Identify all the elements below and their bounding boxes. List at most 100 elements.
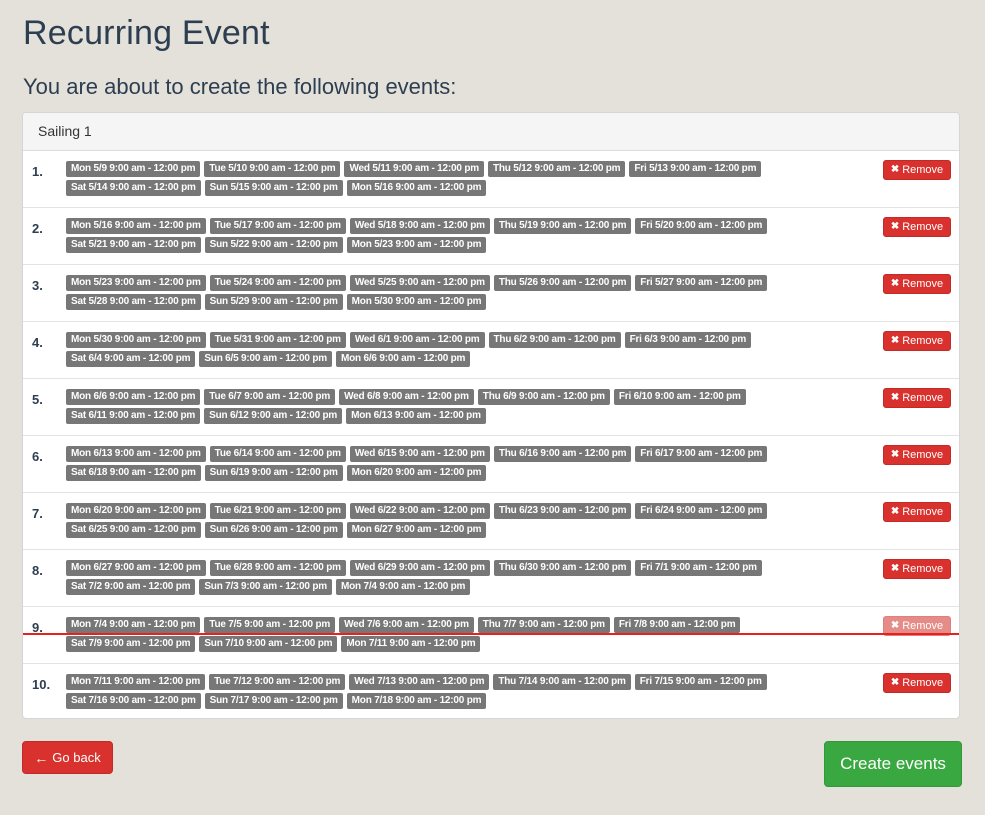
event-tag: Wed 5/11 9:00 am - 12:00 pm — [344, 161, 484, 177]
remove-label: Remove — [902, 620, 944, 632]
close-icon: ✖ — [890, 506, 900, 517]
event-tag: Wed 6/1 9:00 am - 12:00 pm — [349, 332, 485, 348]
event-tag: Sat 5/14 9:00 am - 12:00 pm — [66, 180, 201, 196]
event-row: 8. Mon 6/27 9:00 am - 12:00 pm Tue 6/28 9:… — [23, 550, 959, 607]
event-tag: Mon 7/18 9:00 am - 12:00 pm — [346, 693, 487, 709]
panel-heading: Sailing 1 — [23, 113, 959, 151]
row-number: 4. — [32, 335, 43, 350]
remove-label: Remove — [902, 449, 944, 461]
row-number: 2. — [32, 221, 43, 236]
event-tag: Thu 6/30 9:00 am - 12:00 pm — [493, 560, 632, 576]
remove-label: Remove — [902, 563, 944, 575]
row-number: 1. — [32, 164, 43, 179]
event-tag: Mon 5/16 9:00 am - 12:00 pm — [346, 180, 487, 196]
event-tag: Fri 5/27 9:00 am - 12:00 pm — [635, 275, 768, 291]
remove-button[interactable]: ✖ Remove — [883, 559, 951, 579]
event-tag: Fri 6/17 9:00 am - 12:00 pm — [635, 446, 768, 462]
remove-button[interactable]: ✖ Remove — [883, 160, 951, 180]
event-tag: Tue 5/17 9:00 am - 12:00 pm — [209, 218, 346, 234]
event-tag: Thu 6/9 9:00 am - 12:00 pm — [477, 389, 610, 405]
go-back-button[interactable]: ← Go back — [22, 741, 113, 774]
event-row: 4. Mon 5/30 9:00 am - 12:00 pm Tue 5/31 9:… — [23, 322, 959, 379]
close-icon: ✖ — [890, 677, 900, 688]
event-tag: Wed 7/13 9:00 am - 12:00 pm — [349, 674, 490, 690]
event-tag: Sat 7/9 9:00 am - 12:00 pm — [66, 636, 196, 652]
create-events-button[interactable]: Create events — [824, 741, 962, 787]
event-rows: 1. Mon 5/9 9:00 am - 12:00 pm Tue 5/10 9:0… — [23, 151, 959, 718]
remove-button[interactable]: ✖ Remove — [883, 331, 951, 351]
event-tag: Tue 5/31 9:00 am - 12:00 pm — [209, 332, 346, 348]
event-tags: Mon 5/30 9:00 am - 12:00 pm Tue 5/31 9:00… — [66, 332, 856, 367]
event-tag: Mon 6/27 9:00 am - 12:00 pm — [66, 560, 206, 576]
event-tag: Sat 6/4 9:00 am - 12:00 pm — [66, 351, 196, 367]
close-icon: ✖ — [890, 392, 900, 403]
remove-button[interactable]: ✖ Remove — [883, 673, 951, 693]
row-number: 7. — [32, 506, 43, 521]
remove-label: Remove — [902, 677, 944, 689]
event-row: 7. Mon 6/20 9:00 am - 12:00 pm Tue 6/21 9:… — [23, 493, 959, 550]
event-tag: Tue 6/14 9:00 am - 12:00 pm — [209, 446, 346, 462]
event-tag: Sat 6/11 9:00 am - 12:00 pm — [66, 408, 201, 424]
remove-button[interactable]: ✖ Remove — [883, 274, 951, 294]
event-tag: Sun 6/19 9:00 am - 12:00 pm — [204, 465, 343, 481]
event-tag: Sun 6/26 9:00 am - 12:00 pm — [204, 522, 343, 538]
event-tag: Tue 6/21 9:00 am - 12:00 pm — [209, 503, 346, 519]
page-subtitle: You are about to create the following ev… — [23, 74, 457, 99]
event-tag: Mon 7/4 9:00 am - 12:00 pm — [335, 579, 471, 595]
event-tag: Fri 6/24 9:00 am - 12:00 pm — [635, 503, 768, 519]
event-row: 1. Mon 5/9 9:00 am - 12:00 pm Tue 5/10 9:0… — [23, 151, 959, 208]
event-tag: Mon 5/9 9:00 am - 12:00 pm — [66, 161, 201, 177]
event-tag: Sat 6/25 9:00 am - 12:00 pm — [66, 522, 201, 538]
event-tag: Mon 6/13 9:00 am - 12:00 pm — [66, 446, 206, 462]
arrow-left-icon: ← — [34, 749, 49, 766]
remove-button[interactable]: ✖ Remove — [883, 502, 951, 522]
event-tag: Tue 5/24 9:00 am - 12:00 pm — [209, 275, 346, 291]
close-icon: ✖ — [890, 221, 900, 232]
event-tag: Mon 6/27 9:00 am - 12:00 pm — [346, 522, 487, 538]
remove-label: Remove — [902, 506, 944, 518]
event-tag: Sat 5/21 9:00 am - 12:00 pm — [66, 237, 201, 253]
event-tag: Mon 6/6 9:00 am - 12:00 pm — [66, 389, 201, 405]
remove-button[interactable]: ✖ Remove — [883, 445, 951, 465]
event-tag: Thu 7/7 9:00 am - 12:00 pm — [477, 617, 610, 633]
event-tag: Wed 6/29 9:00 am - 12:00 pm — [349, 560, 490, 576]
event-tag: Mon 5/30 9:00 am - 12:00 pm — [66, 332, 206, 348]
event-tags: Mon 6/6 9:00 am - 12:00 pm Tue 6/7 9:00 a… — [66, 389, 856, 424]
remove-label: Remove — [902, 335, 944, 347]
event-tag: Mon 6/6 9:00 am - 12:00 pm — [335, 351, 471, 367]
close-icon: ✖ — [890, 335, 900, 346]
event-tag: Sat 5/28 9:00 am - 12:00 pm — [66, 294, 201, 310]
event-tag: Mon 5/16 9:00 am - 12:00 pm — [66, 218, 206, 234]
event-tag: Thu 5/26 9:00 am - 12:00 pm — [493, 275, 632, 291]
event-tag: Sun 5/15 9:00 am - 12:00 pm — [204, 180, 343, 196]
event-tag: Sat 7/2 9:00 am - 12:00 pm — [66, 579, 196, 595]
event-tag: Sun 5/22 9:00 am - 12:00 pm — [204, 237, 343, 253]
event-tag: Tue 5/10 9:00 am - 12:00 pm — [204, 161, 341, 177]
event-row: 9. Mon 7/4 9:00 am - 12:00 pm Tue 7/5 9:00… — [23, 607, 959, 664]
event-row: 2. Mon 5/16 9:00 am - 12:00 pm Tue 5/17 9:… — [23, 208, 959, 265]
event-tag: Mon 5/30 9:00 am - 12:00 pm — [346, 294, 487, 310]
event-tag: Mon 5/23 9:00 am - 12:00 pm — [66, 275, 206, 291]
event-row: 5. Mon 6/6 9:00 am - 12:00 pm Tue 6/7 9:00… — [23, 379, 959, 436]
event-tag: Thu 6/2 9:00 am - 12:00 pm — [488, 332, 621, 348]
event-tag: Wed 5/25 9:00 am - 12:00 pm — [349, 275, 490, 291]
event-tag: Mon 7/11 9:00 am - 12:00 pm — [341, 636, 481, 652]
event-tags: Mon 5/23 9:00 am - 12:00 pm Tue 5/24 9:00… — [66, 275, 856, 310]
event-tag: Sun 6/5 9:00 am - 12:00 pm — [199, 351, 332, 367]
page-title: Recurring Event — [23, 14, 270, 52]
event-tag: Mon 6/20 9:00 am - 12:00 pm — [66, 503, 206, 519]
event-tag: Fri 5/20 9:00 am - 12:00 pm — [635, 218, 768, 234]
event-tag: Sun 6/12 9:00 am - 12:00 pm — [204, 408, 343, 424]
event-tag: Tue 7/12 9:00 am - 12:00 pm — [209, 674, 346, 690]
row-number: 3. — [32, 278, 43, 293]
remove-button[interactable]: ✖ Remove — [883, 217, 951, 237]
remove-button[interactable]: ✖ Remove — [883, 388, 951, 408]
event-tag: Fri 6/3 9:00 am - 12:00 pm — [624, 332, 752, 348]
event-tag: Thu 6/23 9:00 am - 12:00 pm — [493, 503, 632, 519]
event-tags: Mon 6/27 9:00 am - 12:00 pm Tue 6/28 9:00… — [66, 560, 856, 595]
event-tags: Mon 5/9 9:00 am - 12:00 pm Tue 5/10 9:00 … — [66, 161, 856, 196]
event-tag: Sun 7/10 9:00 am - 12:00 pm — [199, 636, 338, 652]
event-row: 10. Mon 7/11 9:00 am - 12:00 pm Tue 7/12 9… — [23, 664, 959, 718]
remove-label: Remove — [902, 221, 944, 233]
events-panel: Sailing 1 1. Mon 5/9 9:00 am - 12:00 pm Tu… — [22, 112, 960, 719]
